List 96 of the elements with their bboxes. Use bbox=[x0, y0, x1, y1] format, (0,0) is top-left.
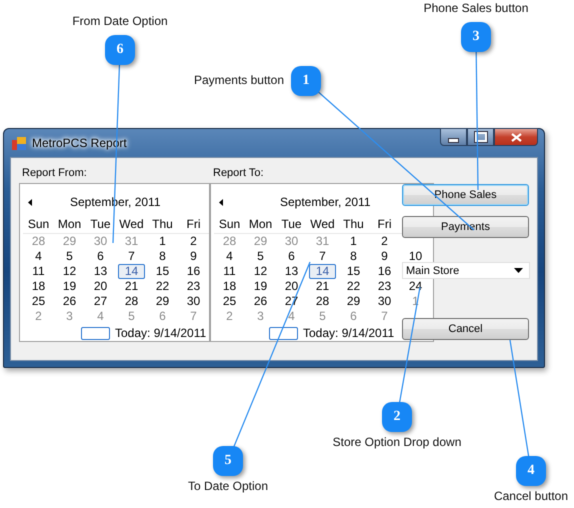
today-link[interactable]: Today: 9/14/2011 bbox=[115, 326, 206, 340]
weekday-label: Tue bbox=[280, 217, 303, 233]
date-cell[interactable]: 8 bbox=[338, 249, 369, 264]
date-cell[interactable]: 20 bbox=[85, 279, 116, 294]
date-cell[interactable]: 14 bbox=[309, 264, 336, 279]
weekday-label: Wed bbox=[118, 217, 145, 233]
date-cell[interactable]: 5 bbox=[245, 249, 276, 264]
callout-label: Payments button bbox=[194, 73, 284, 87]
callout-badge: 1 bbox=[291, 66, 321, 96]
phone-sales-button[interactable]: Phone Sales bbox=[402, 184, 529, 206]
weekday-label: Mon bbox=[56, 217, 82, 233]
callout-label: From Date Option bbox=[71, 14, 169, 28]
callout-label: Phone Sales button bbox=[422, 1, 530, 15]
date-cell[interactable]: 4 bbox=[214, 249, 245, 264]
cancel-button[interactable]: Cancel bbox=[402, 318, 529, 340]
weekday-label: Sun bbox=[218, 217, 242, 233]
date-cell[interactable]: 21 bbox=[116, 279, 147, 294]
callout-label: Store Option Drop down bbox=[332, 435, 462, 449]
callout-badge: 2 bbox=[382, 402, 412, 432]
weekday-label: Thu bbox=[151, 217, 174, 233]
date-cell[interactable]: 25 bbox=[23, 294, 54, 309]
date-cell[interactable]: 25 bbox=[214, 294, 245, 309]
callout-label: To Date Option bbox=[186, 479, 270, 493]
date-cell[interactable]: 18 bbox=[214, 279, 245, 294]
date-cell[interactable]: 23 bbox=[178, 279, 209, 294]
store-dropdown[interactable]: Main Store bbox=[402, 262, 530, 279]
maximize-button[interactable] bbox=[467, 128, 494, 146]
date-cell[interactable]: 6 bbox=[276, 249, 307, 264]
date-cell[interactable]: 11 bbox=[23, 264, 54, 279]
callout-badge: 3 bbox=[461, 22, 491, 52]
weekday-label: Fri bbox=[186, 217, 202, 233]
caret-icon bbox=[514, 268, 523, 273]
date-cell[interactable]: 10 bbox=[400, 249, 431, 264]
date-cell[interactable]: 16 bbox=[178, 264, 209, 279]
date-cell[interactable]: 15 bbox=[147, 264, 178, 279]
today-link[interactable]: Today: 9/14/2011 bbox=[303, 326, 394, 340]
date-cell[interactable]: 26 bbox=[245, 294, 276, 309]
weekday-label: Fri bbox=[376, 217, 392, 233]
date-cell[interactable]: 16 bbox=[369, 264, 400, 279]
date-cell[interactable]: 20 bbox=[276, 279, 307, 294]
weekday-label: Mon bbox=[248, 217, 274, 233]
report-label: Report From: bbox=[21, 167, 88, 181]
callout-label: Cancel button bbox=[492, 489, 570, 503]
date-cell[interactable]: 13 bbox=[276, 264, 307, 279]
weekday-label: Sun bbox=[26, 217, 50, 233]
date-cell[interactable]: 28 bbox=[116, 294, 147, 309]
date-cell[interactable]: 9 bbox=[178, 249, 209, 264]
date-cell[interactable]: 30 bbox=[369, 294, 400, 309]
date-cell[interactable]: 29 bbox=[147, 294, 178, 309]
date-cell[interactable]: 21 bbox=[307, 279, 338, 294]
date-cell[interactable]: 29 bbox=[338, 294, 369, 309]
date-cell[interactable]: 6 bbox=[85, 249, 116, 264]
today-marker-icon bbox=[269, 326, 298, 340]
date-cell[interactable]: 12 bbox=[54, 264, 85, 279]
date-cell[interactable]: 4 bbox=[23, 249, 54, 264]
date-cell[interactable]: 27 bbox=[85, 294, 116, 309]
date-cell[interactable]: 8 bbox=[147, 249, 178, 264]
date-cell[interactable]: 11 bbox=[214, 264, 245, 279]
close-button[interactable] bbox=[494, 128, 538, 146]
date-cell[interactable]: 13 bbox=[85, 264, 116, 279]
date-cell[interactable]: 12 bbox=[245, 264, 276, 279]
date-cell[interactable]: 7 bbox=[307, 249, 338, 264]
weekday-label: Wed bbox=[309, 217, 336, 233]
date-cell[interactable]: 15 bbox=[338, 264, 369, 279]
date-cell[interactable]: 1 bbox=[147, 234, 178, 249]
date-cell[interactable]: 22 bbox=[338, 279, 369, 294]
date-cell[interactable]: 2 bbox=[178, 234, 209, 249]
callout-badge: 5 bbox=[213, 446, 243, 476]
month-title: September, 2011 bbox=[280, 195, 371, 209]
previous-month-arrow[interactable] bbox=[219, 199, 223, 206]
date-cell[interactable]: 18 bbox=[23, 279, 54, 294]
weekday-label: Tue bbox=[89, 217, 112, 233]
callout-badge: 6 bbox=[105, 35, 135, 65]
minimize-button[interactable] bbox=[440, 128, 467, 146]
date-cell[interactable]: 14 bbox=[118, 264, 145, 279]
date-cell[interactable]: 2 bbox=[369, 234, 400, 249]
date-cell[interactable]: 28 bbox=[307, 294, 338, 309]
callout-badge: 4 bbox=[516, 456, 546, 486]
date-cell[interactable]: 1 bbox=[338, 234, 369, 249]
date-cell[interactable]: 19 bbox=[245, 279, 276, 294]
previous-month-arrow[interactable] bbox=[28, 199, 32, 206]
report-label: Report To: bbox=[212, 167, 265, 181]
window-title: MetroPCS Report bbox=[32, 136, 127, 150]
today-marker-icon bbox=[81, 326, 110, 340]
date-cell[interactable]: 19 bbox=[54, 279, 85, 294]
date-cell[interactable]: 5 bbox=[54, 249, 85, 264]
date-cell[interactable]: 23 bbox=[369, 279, 400, 294]
date-cell[interactable]: 24 bbox=[400, 279, 431, 294]
date-cell[interactable]: 9 bbox=[369, 249, 400, 264]
date-cell[interactable]: 30 bbox=[178, 294, 209, 309]
date-cell[interactable]: 7 bbox=[116, 249, 147, 264]
date-cell[interactable]: 22 bbox=[147, 279, 178, 294]
date-cell[interactable]: 26 bbox=[54, 294, 85, 309]
weekday-label: Thu bbox=[342, 217, 365, 233]
close-icon bbox=[510, 132, 522, 142]
app-icon bbox=[12, 136, 26, 150]
